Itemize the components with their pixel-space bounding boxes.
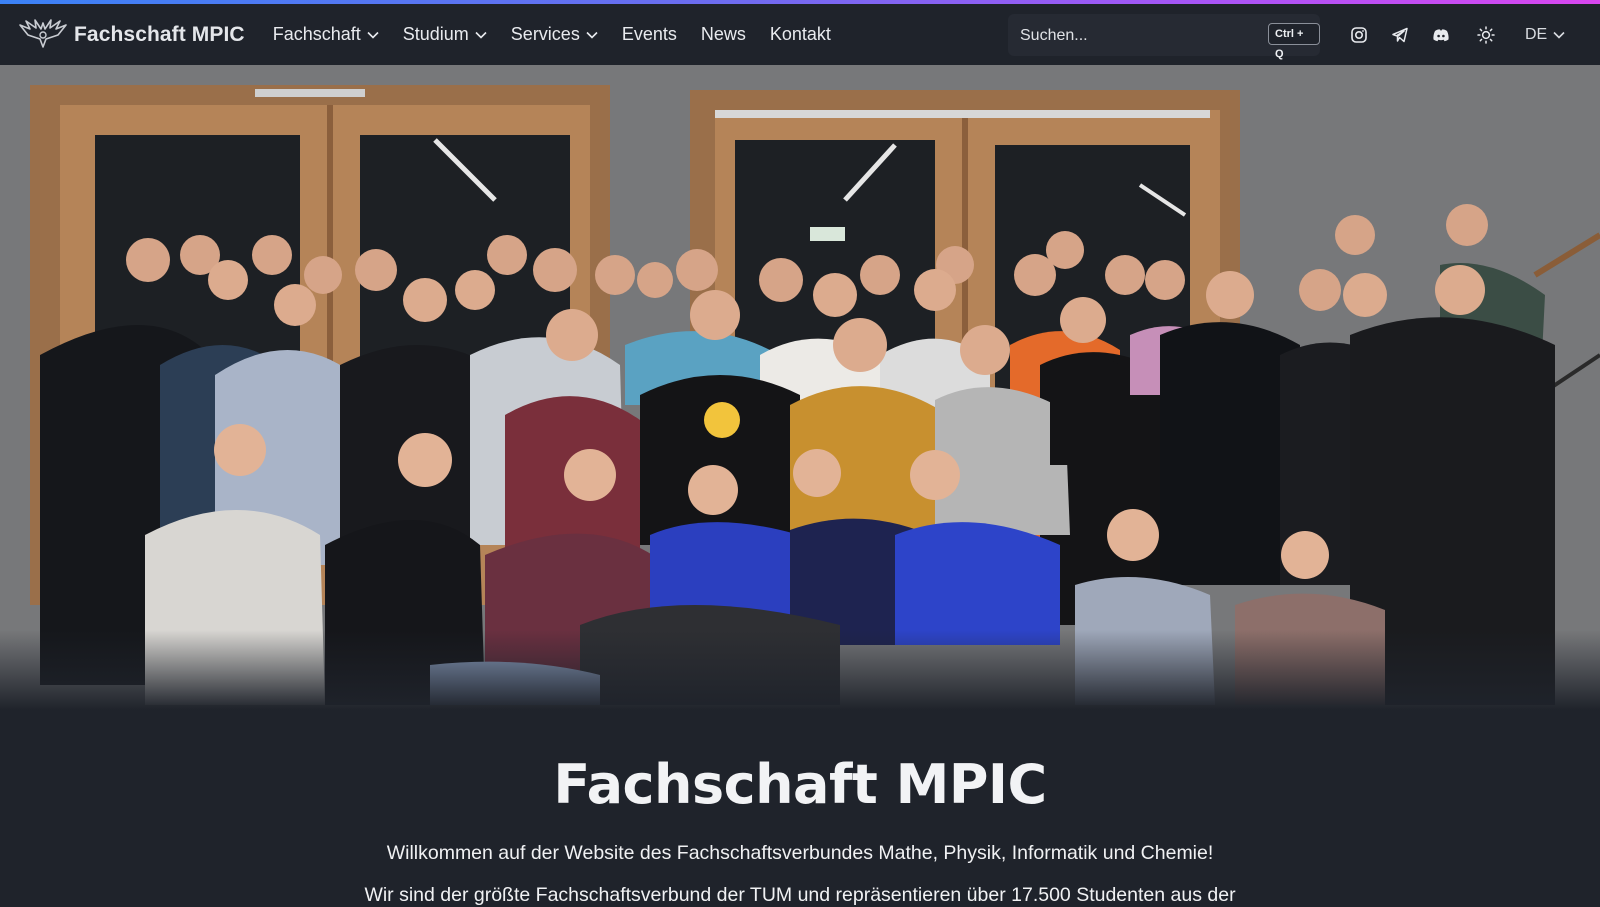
chevron-down-icon bbox=[475, 31, 487, 39]
nav-item-fachschaft[interactable]: Fachschaft bbox=[273, 24, 379, 45]
page-title: Fachschaft MPIC bbox=[553, 753, 1047, 816]
chevron-down-icon bbox=[1553, 31, 1565, 39]
nav-item-services[interactable]: Services bbox=[511, 24, 598, 45]
language-selector[interactable]: DE bbox=[1525, 26, 1565, 44]
telegram-link[interactable] bbox=[1389, 24, 1411, 46]
hero-group-photo bbox=[0, 65, 1600, 710]
instagram-link[interactable] bbox=[1348, 24, 1370, 46]
language-label: DE bbox=[1525, 26, 1548, 43]
nav-item-label: Fachschaft bbox=[272, 24, 361, 44]
discord-icon bbox=[1433, 29, 1449, 42]
group-photo-illustration bbox=[0, 65, 1600, 710]
nav-item-kontakt[interactable]: Kontakt bbox=[770, 24, 831, 45]
sun-icon bbox=[1477, 26, 1495, 44]
chevron-down-icon bbox=[586, 31, 598, 39]
telegram-icon bbox=[1392, 27, 1408, 43]
nav-item-label: News bbox=[700, 24, 746, 44]
nav-item-label: Events bbox=[621, 24, 677, 44]
nav-item-label: Services bbox=[510, 24, 580, 44]
nav-item-news[interactable]: News bbox=[701, 24, 746, 45]
theme-toggle-button[interactable] bbox=[1475, 24, 1497, 46]
search-shortcut-badge: Ctrl + Q bbox=[1268, 23, 1320, 60]
welcome-text: Willkommen auf der Website des Fachschaf… bbox=[386, 842, 1214, 864]
brand-name: Fachschaft MPIC bbox=[74, 22, 245, 46]
site-header: Fachschaft MPIC Fachschaft Studium Servi… bbox=[0, 4, 1600, 65]
brand-link[interactable]: Fachschaft MPIC bbox=[18, 17, 245, 53]
instagram-icon bbox=[1351, 27, 1367, 43]
nav-item-label: Studium bbox=[402, 24, 469, 44]
nav-item-label: Kontakt bbox=[769, 24, 831, 44]
hero-fade bbox=[0, 630, 1600, 710]
chevron-down-icon bbox=[367, 31, 379, 39]
intro-text: Wir sind der größte Fachschaftsverbund d… bbox=[364, 884, 1236, 906]
eagle-logo-icon bbox=[19, 18, 67, 48]
search-input[interactable] bbox=[1018, 14, 1252, 58]
nav-item-events[interactable]: Events bbox=[622, 24, 677, 45]
search-box: Ctrl + Q bbox=[1008, 14, 1320, 60]
discord-link[interactable] bbox=[1430, 24, 1452, 46]
main-nav: Fachschaft Studium Services Events News … bbox=[273, 24, 855, 45]
nav-item-studium[interactable]: Studium bbox=[403, 24, 487, 45]
